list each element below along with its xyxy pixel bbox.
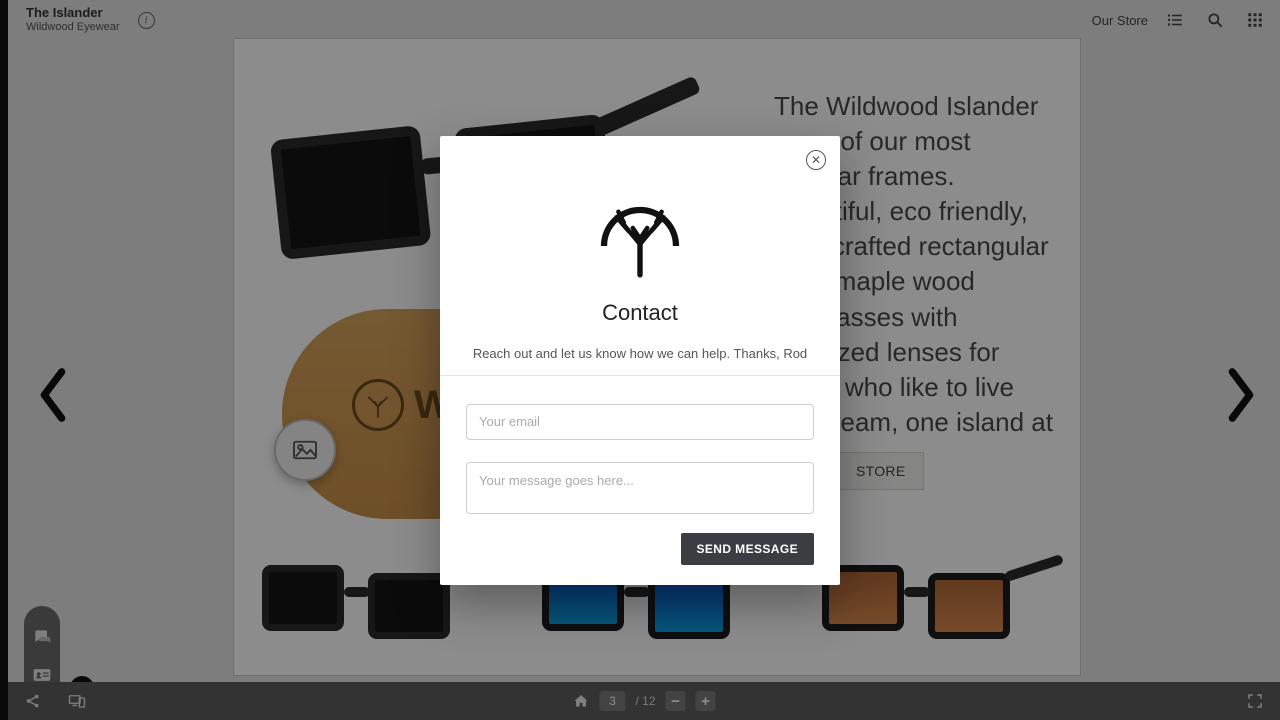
email-field[interactable] <box>466 404 814 440</box>
contact-modal: ✕ Contact Reach out and let us know how … <box>440 136 840 585</box>
modal-description: Reach out and let us know how we can hel… <box>466 346 814 361</box>
modal-logo-icon <box>466 192 814 282</box>
close-icon[interactable]: ✕ <box>806 150 826 170</box>
modal-divider <box>440 375 840 376</box>
modal-title: Contact <box>466 300 814 326</box>
modal-overlay[interactable]: ✕ Contact Reach out and let us know how … <box>0 0 1280 720</box>
message-field[interactable] <box>466 462 814 514</box>
send-message-button[interactable]: SEND MESSAGE <box>681 533 815 565</box>
